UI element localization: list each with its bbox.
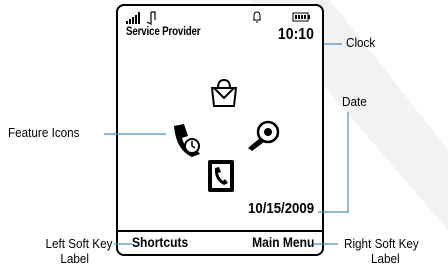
data-icon — [146, 11, 156, 25]
bluetooth-headset-icon[interactable] — [246, 120, 280, 152]
battery-icon — [292, 12, 310, 22]
callout-left-soft-key-line1: Left Soft Key — [45, 236, 112, 251]
clock: 10:10 — [277, 26, 314, 43]
call-log-icon[interactable] — [170, 122, 204, 158]
callout-right-soft-key-line2: Label — [371, 251, 400, 266]
phonebook-icon[interactable] — [206, 158, 238, 194]
callout-right-soft-key: Right Soft Key Label — [344, 236, 419, 266]
callout-clock: Clock — [346, 35, 376, 50]
provider-name: Service Provider — [126, 26, 201, 38]
callout-right-soft-key-line1: Right Soft Key — [344, 236, 419, 251]
soft-key-bar: Shortcuts Main Menu — [118, 230, 322, 254]
date: 10/15/2009 — [247, 200, 314, 217]
callout-date: Date — [342, 94, 367, 109]
right-soft-key[interactable]: Main Menu — [252, 234, 314, 250]
shopping-bag-icon[interactable] — [208, 78, 240, 108]
callout-feature-icons: Feature Icons — [8, 125, 80, 140]
bell-icon — [253, 11, 261, 23]
signal-icon — [126, 12, 140, 24]
callout-left-soft-key-line2: Label — [59, 251, 89, 266]
phone-screen: Service Provider 10:10 10/15/2009 Shortc… — [116, 4, 324, 256]
left-soft-key[interactable]: Shortcuts — [132, 234, 188, 250]
callout-left-soft-key: Left Soft Key Label — [45, 236, 112, 266]
callout-feature-icons-text: Feature Icons — [8, 125, 80, 140]
